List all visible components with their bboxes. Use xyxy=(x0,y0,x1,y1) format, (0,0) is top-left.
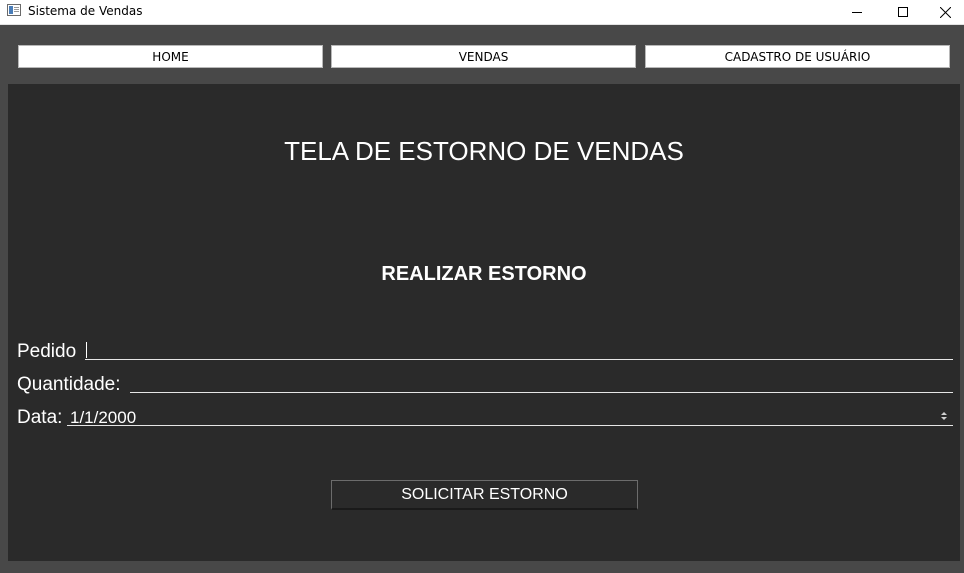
close-button[interactable] xyxy=(926,0,964,24)
pedido-input[interactable] xyxy=(85,340,953,360)
bottom-bar xyxy=(0,561,964,573)
content-panel: TELA DE ESTORNO DE VENDAS REALIZAR ESTOR… xyxy=(8,84,960,561)
pedido-label: Pedido xyxy=(17,341,77,362)
maximize-button[interactable] xyxy=(880,0,926,24)
window-title: Sistema de Vendas xyxy=(28,4,143,18)
page-title: TELA DE ESTORNO DE VENDAS xyxy=(284,136,684,166)
spin-down-icon[interactable] xyxy=(940,417,947,420)
quantidade-input[interactable] xyxy=(130,373,953,393)
minimize-button[interactable] xyxy=(834,0,880,24)
data-label: Data: xyxy=(17,407,63,428)
nav-cadastro-usuario-button[interactable]: CADASTRO DE USUÁRIO xyxy=(645,45,950,68)
nav-home-button[interactable]: HOME xyxy=(18,45,323,68)
nav-bar: HOME VENDAS CADASTRO DE USUÁRIO xyxy=(0,26,964,84)
data-value: 1/1/2000 xyxy=(70,408,137,427)
text-cursor xyxy=(86,342,87,358)
title-bar: Sistema de Vendas xyxy=(0,0,964,25)
spin-up-icon[interactable] xyxy=(940,412,947,415)
app-icon xyxy=(7,4,21,16)
minimize-icon xyxy=(852,12,862,13)
app-window: Sistema de Vendas HOME VENDAS CADASTRO D… xyxy=(0,0,964,573)
solicitar-estorno-button[interactable]: SOLICITAR ESTORNO xyxy=(331,480,638,510)
close-icon xyxy=(939,6,951,18)
quantidade-label: Quantidade: xyxy=(17,374,121,395)
data-date-field[interactable] xyxy=(67,406,953,426)
date-spinner[interactable] xyxy=(937,408,950,424)
nav-vendas-button[interactable]: VENDAS xyxy=(331,45,636,68)
section-title: REALIZAR ESTORNO xyxy=(381,263,587,285)
maximize-icon xyxy=(898,7,908,17)
